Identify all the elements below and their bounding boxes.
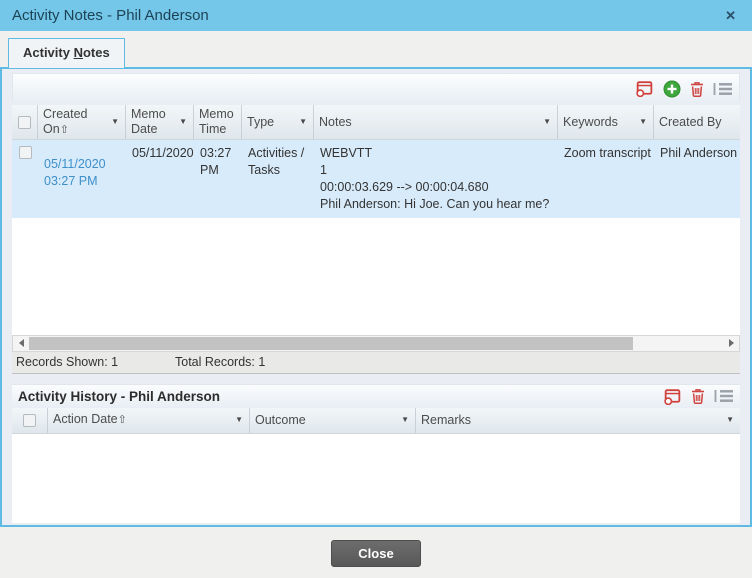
delete-note-icon[interactable] — [690, 81, 704, 97]
created-on-link[interactable]: 05/11/2020 03:27 PM — [44, 157, 106, 188]
popout-window-icon[interactable] — [635, 80, 654, 97]
records-status-bar: Records Shown: 1 Total Records: 1 — [12, 351, 740, 374]
menu-icon[interactable] — [714, 389, 734, 403]
column-label: Memo Time — [199, 107, 234, 136]
activity-history-section: Activity History - Phil Anderson Action … — [12, 383, 740, 523]
popout-window-icon[interactable] — [663, 388, 682, 405]
notes-line: WEBVTT — [320, 146, 373, 160]
cell-created-by: Phil Anderson — [660, 146, 738, 160]
column-header-created-by[interactable]: Created By — [654, 105, 740, 139]
column-label: Created By — [659, 114, 722, 129]
table-row[interactable]: 05/11/2020 03:27 PM 05/11/2020 03:27 PM … — [12, 140, 740, 218]
sort-asc-icon: ⇧ — [59, 123, 69, 136]
tab-activity-notes[interactable]: Activity Notes — [8, 38, 125, 68]
column-header-action-date[interactable]: Action Date⇧ ▼ — [48, 407, 250, 433]
column-label: Notes — [319, 114, 352, 129]
activity-history-titlebar: Activity History - Phil Anderson — [12, 383, 740, 408]
filter-icon[interactable]: ▼ — [542, 116, 552, 128]
select-all-checkbox[interactable] — [18, 115, 31, 129]
history-select-all-checkbox[interactable] — [23, 413, 36, 427]
menu-icon[interactable] — [713, 82, 733, 96]
filter-icon[interactable]: ▼ — [110, 116, 120, 128]
column-label: Memo Date — [131, 107, 166, 136]
filter-icon[interactable]: ▼ — [234, 414, 244, 426]
total-records-label: Total Records: 1 — [175, 355, 266, 369]
notes-line: Phil Anderson: Hi Joe. Can you hear me? — [320, 196, 550, 211]
scrollbar-thumb[interactable] — [29, 336, 633, 350]
add-note-icon[interactable] — [663, 80, 681, 98]
column-label: Type — [247, 114, 275, 129]
filter-icon[interactable]: ▼ — [298, 116, 308, 128]
cell-memo-time: 03:27 PM — [200, 146, 232, 177]
column-label: Remarks — [421, 412, 472, 427]
tab-label-pre: Activity — [23, 45, 74, 60]
delete-history-icon[interactable] — [691, 388, 705, 404]
tab-label-post: otes — [82, 45, 110, 60]
history-table-header: Action Date⇧ ▼ Outcome ▼ Remarks ▼ — [12, 407, 740, 434]
filter-icon[interactable]: ▼ — [638, 116, 648, 128]
column-label: Outcome — [255, 412, 306, 427]
column-label: Keywords — [563, 114, 618, 129]
column-header-keywords[interactable]: Keywords ▼ — [558, 105, 654, 139]
notes-line: 1 — [320, 162, 327, 177]
notes-table-empty-area — [12, 217, 740, 335]
filter-icon[interactable]: ▼ — [178, 116, 188, 128]
cell-type: Activities / Tasks — [248, 146, 305, 177]
activity-history-title: Activity History - Phil Anderson — [18, 388, 221, 404]
tab-strip: Activity Notes — [0, 31, 752, 68]
scrollbar-track[interactable] — [29, 336, 723, 351]
cell-notes: WEBVTT 1 00:00:03.629 --> 00:00:04.680 P… — [314, 140, 558, 218]
filter-icon[interactable]: ▼ — [725, 414, 735, 426]
scroll-left-icon[interactable] — [13, 336, 29, 351]
dialog-titlebar: Activity Notes - Phil Anderson ✕ — [0, 0, 752, 31]
column-header-notes[interactable]: Notes ▼ — [314, 105, 558, 139]
column-header-memo-time[interactable]: Memo Time — [194, 105, 242, 139]
activity-notes-dialog: Activity Notes - Phil Anderson ✕ Activit… — [0, 0, 752, 578]
column-label: Action Date — [53, 412, 118, 427]
column-header-memo-date[interactable]: Memo Date ▼ — [126, 105, 194, 139]
select-all-cell — [12, 105, 38, 139]
close-button[interactable]: Close — [331, 540, 421, 567]
horizontal-scrollbar[interactable] — [12, 334, 740, 352]
column-header-created-on[interactable]: Created On⇧ ▼ — [38, 105, 126, 139]
cell-created-on: 05/11/2020 03:27 PM — [38, 140, 126, 218]
scroll-right-icon[interactable] — [723, 336, 739, 351]
notes-toolbar — [12, 73, 740, 103]
row-checkbox[interactable] — [19, 146, 32, 159]
dialog-body-panel: Created On⇧ ▼ Memo Date ▼ Memo Time Type… — [0, 67, 752, 527]
tab-label-accel: N — [73, 45, 83, 60]
cell-memo-date: 05/11/2020 — [132, 146, 194, 160]
column-header-remarks[interactable]: Remarks ▼ — [416, 408, 740, 433]
history-select-all-cell — [12, 407, 48, 433]
sort-asc-icon: ⇧ — [117, 414, 127, 427]
close-icon[interactable]: ✕ — [721, 7, 740, 24]
notes-table-header: Created On⇧ ▼ Memo Date ▼ Memo Time Type… — [12, 105, 740, 140]
row-select-cell — [12, 140, 38, 218]
dialog-title: Activity Notes - Phil Anderson — [12, 7, 209, 24]
records-shown-label: Records Shown: 1 — [16, 355, 119, 369]
notes-line: 00:00:03.629 --> 00:00:04.680 — [320, 179, 489, 194]
notes-table: Created On⇧ ▼ Memo Date ▼ Memo Time Type… — [12, 105, 740, 374]
history-table-empty-area — [12, 433, 740, 523]
column-header-type[interactable]: Type ▼ — [242, 105, 314, 139]
filter-icon[interactable]: ▼ — [400, 414, 410, 426]
cell-keywords: Zoom transcript — [564, 146, 651, 160]
dialog-footer: Close — [0, 527, 752, 578]
column-header-outcome[interactable]: Outcome ▼ — [250, 407, 416, 433]
